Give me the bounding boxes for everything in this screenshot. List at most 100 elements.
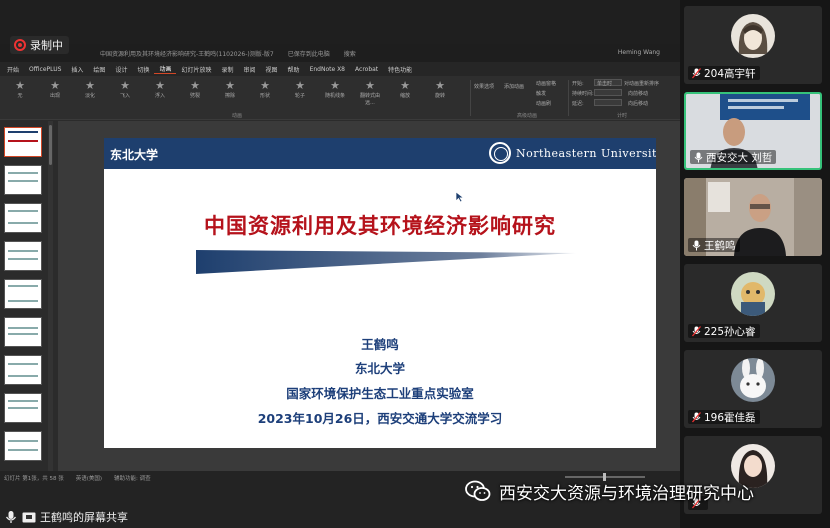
slide-thumbnail[interactable] (4, 317, 42, 347)
recording-label: 录制中 (30, 39, 63, 52)
ppt-ribbon: ★ 无 ★ 出现 ★ 淡化 ★ 飞入 ★ 浮入 ★ 劈裂 ★ 擦除 ★ 形状 ★ 轮子 ★ 随机线条 ★ 翻转式由远...… (0, 76, 680, 120)
participant-avatar (731, 358, 775, 402)
slide-thumbnail[interactable] (4, 127, 42, 157)
ppt-menu-tab[interactable]: 特色功能 (383, 65, 417, 74)
ppt-menu-tab[interactable]: OfficePLUS (24, 66, 66, 73)
ppt-menu-tab[interactable]: 开始 (2, 65, 24, 74)
animation-option-label: 旋转 (434, 93, 445, 99)
ribbon-group-timing: 计时 (617, 113, 628, 119)
ribbon-group-animation: 动画 (232, 113, 243, 119)
accessibility-status[interactable]: 辅助功能: 调查 (114, 474, 151, 482)
reorder-label: 对动画重新排序 (624, 81, 660, 87)
animation-option[interactable]: ★ 浮入 (148, 80, 172, 100)
delay-label: 延迟: (572, 101, 584, 107)
ppt-menu-tab[interactable]: 录制 (217, 65, 239, 74)
animation-option[interactable]: ★ 旋转 (428, 79, 452, 100)
ppt-menu-tab[interactable]: 幻灯片放映 (176, 65, 216, 74)
microphone-icon (5, 511, 17, 523)
presenter-name: 王鹤鸣 (361, 337, 399, 352)
animation-option[interactable]: ★ 劈裂 (183, 80, 207, 100)
add-animation-button[interactable]: 添加动画 (504, 83, 524, 90)
language-status[interactable]: 英语(美国) (76, 474, 102, 482)
participant-tile[interactable]: 王鹤鸣 (684, 178, 822, 256)
ppt-search[interactable]: 搜索 (344, 49, 356, 58)
animation-option-label: 出现 (49, 93, 60, 99)
delay-input[interactable] (594, 99, 622, 106)
animation-star-icon: ★ (365, 79, 375, 92)
ppt-user-name[interactable]: Heming Wang (618, 49, 660, 56)
animation-option[interactable]: ★ 翻转式由远... (358, 79, 382, 107)
powerpoint-window: 中国资源利用及其环境经济影响研究-王鹤鸣(1102026-)测版-版7 已保存到… (0, 44, 680, 484)
screen-share-area: 录制中 中国资源利用及其环境经济影响研究-王鹤鸣(1102026-)测版-版7 … (0, 0, 680, 528)
slide-thumbnail[interactable] (4, 431, 42, 461)
animation-option-label: 轮子 (294, 93, 305, 99)
ppt-menu-tab[interactable]: 绘图 (88, 65, 110, 74)
animation-option-label: 形状 (259, 93, 270, 99)
animation-option[interactable]: ★ 随机线条 (323, 79, 347, 100)
animation-option-label: 缩放 (399, 93, 410, 99)
ppt-menu-tab[interactable]: 动画 (154, 64, 177, 74)
ppt-menu-tab[interactable]: 视图 (261, 65, 283, 74)
animation-star-icon: ★ (435, 79, 445, 92)
slide-thumbnail[interactable] (4, 241, 42, 271)
ppt-menu-tab[interactable]: Acrobat (350, 66, 383, 73)
animation-option[interactable]: ★ 擦除 (218, 80, 242, 100)
slide-thumbnail[interactable] (4, 393, 42, 423)
trigger-button[interactable]: 触发 (536, 90, 546, 97)
slide-thumbnail[interactable] (4, 203, 42, 233)
ppt-menu-tab[interactable]: 审阅 (239, 65, 261, 74)
university-seal-icon (489, 142, 511, 164)
ppt-menu-bar: 开始 OfficePLUS 插入 绘图 设计 切换 动画 幻灯片放映 录制 审阅 视图 帮助 EndNo… (0, 62, 680, 76)
ppt-menu-tab[interactable]: 插入 (66, 65, 88, 74)
microphone-icon (692, 240, 701, 250)
slide-thumbnail[interactable] (4, 355, 42, 385)
effect-options-button[interactable]: 效果选项 (474, 83, 494, 90)
participant-name: 225孙心睿 (704, 325, 756, 338)
presenter-lab: 国家环境保护生态工业重点实验室 (286, 386, 474, 401)
participant-sidebar: 204高宇轩 西安交大 刘哲 王鹤鸣 225孙心睿 196霍佳磊 (680, 0, 830, 528)
animation-painter-button[interactable]: 动画刷 (536, 100, 551, 107)
animation-option[interactable]: ★ 轮子 (288, 80, 312, 100)
animation-option[interactable]: ★ 无 (8, 79, 32, 100)
top-strip (0, 0, 680, 44)
participant-avatar (731, 272, 775, 316)
animation-option[interactable]: ★ 飞入 (113, 79, 137, 100)
ppt-file-name: 中国资源利用及其环境经济影响研究-王鹤鸣(1102026-)测版-版7 (100, 50, 274, 58)
participant-tile-active-speaker[interactable]: 西安交大 刘哲 (684, 92, 822, 170)
animation-option[interactable]: ★ 淡化 (78, 80, 102, 100)
animation-star-icon: ★ (120, 79, 130, 92)
participant-name-tag: 196霍佳磊 (688, 410, 760, 424)
participant-tile[interactable]: 225孙心睿 (684, 264, 822, 342)
participant-tile[interactable]: 196霍佳磊 (684, 350, 822, 428)
thumbnail-scrollbar[interactable] (48, 121, 53, 471)
ppt-menu-tab[interactable]: 设计 (110, 65, 132, 74)
slide-editing-area: 东北大学 Northeastern University 中国资源利用及其环境经… (58, 121, 680, 471)
animation-option[interactable]: ★ 缩放 (393, 80, 417, 100)
slide-thumbnail[interactable] (4, 165, 42, 195)
ppt-menu-tab[interactable]: 切换 (132, 65, 154, 74)
animation-star-icon: ★ (15, 79, 25, 92)
ppt-menu-tab[interactable]: 帮助 (283, 65, 305, 74)
animation-star-icon: ★ (330, 79, 340, 92)
move-earlier-button[interactable]: 向前移动 (628, 90, 648, 97)
animation-option-label: 劈裂 (189, 93, 200, 99)
slide-canvas[interactable]: 东北大学 Northeastern University 中国资源利用及其环境经… (104, 138, 656, 448)
microphone-icon (694, 152, 703, 162)
animation-option-label: 浮入 (154, 93, 165, 99)
ribbon-group-advanced: 高级动画 (517, 113, 538, 119)
ppt-title-bar: 中国资源利用及其环境经济影响研究-王鹤鸣(1102026-)测版-版7 已保存到… (0, 44, 680, 62)
animation-option-label: 淡化 (84, 93, 95, 99)
animation-option[interactable]: ★ 出现 (43, 80, 67, 100)
screen-share-indicator[interactable]: 王鹤鸣的屏幕共享 (0, 506, 128, 528)
animation-pane-button[interactable]: 动画窗格 (536, 80, 556, 87)
animation-option-label: 飞入 (119, 93, 130, 99)
animation-option[interactable]: ★ 形状 (253, 79, 277, 100)
participant-tile[interactable]: 204高宇轩 (684, 6, 822, 84)
recording-indicator[interactable]: 录制中 (10, 36, 69, 54)
move-later-button[interactable]: 向后移动 (628, 100, 648, 107)
ppt-menu-tab[interactable]: EndNote X8 (305, 66, 350, 73)
duration-input[interactable] (594, 89, 622, 96)
slide-thumbnail[interactable] (4, 279, 42, 309)
slide-thumbnail-pane (0, 121, 55, 471)
animation-star-icon: ★ (260, 79, 270, 92)
